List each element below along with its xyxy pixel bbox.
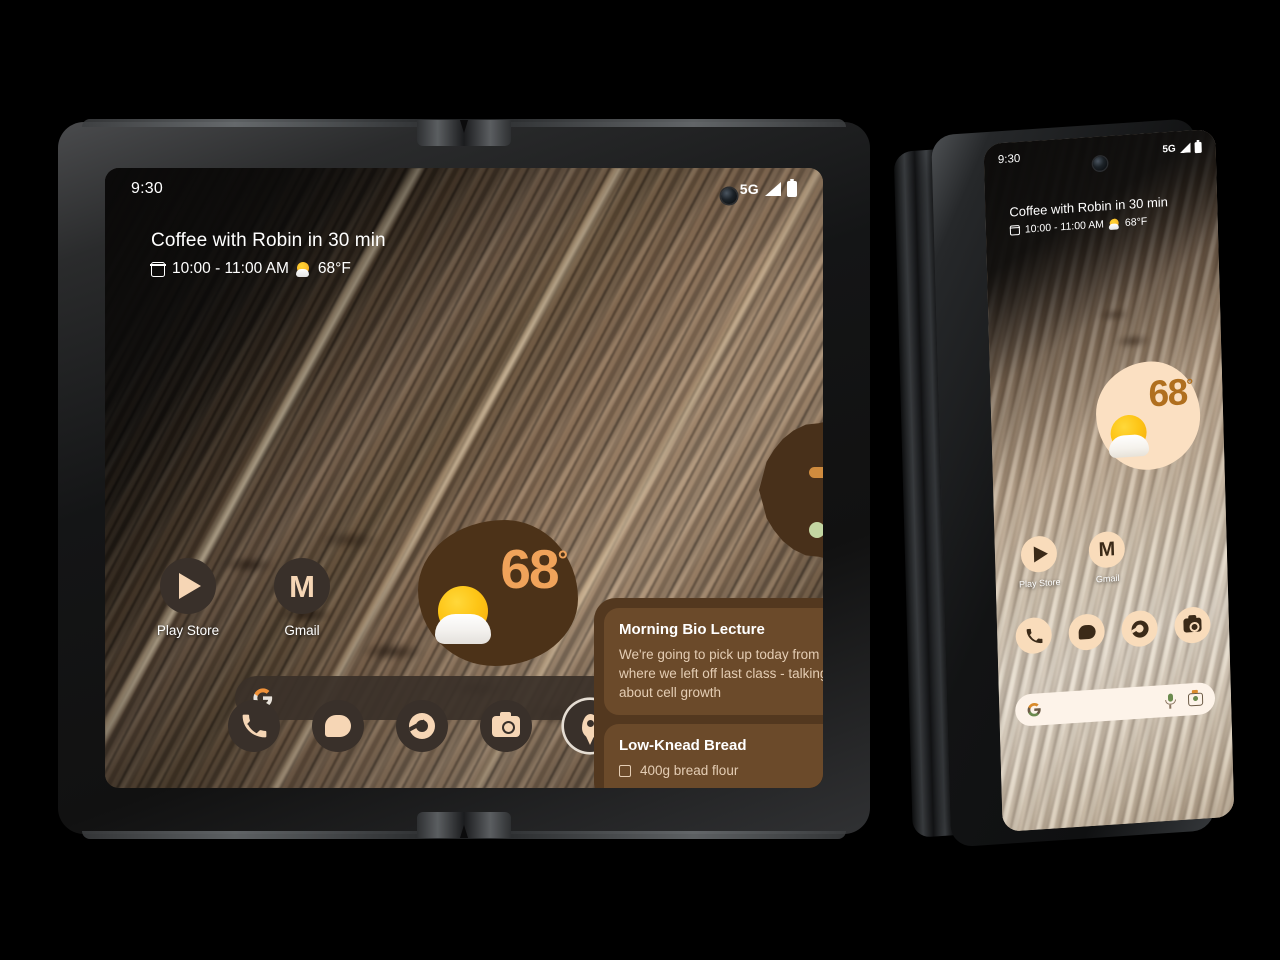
- keep-checklist-item[interactable]: 400g bread flour: [619, 763, 823, 778]
- home-screen-app-row: Play Store M Gmail: [1016, 530, 1129, 590]
- app-gmail[interactable]: M Gmail: [1084, 530, 1129, 585]
- network-type-label: 5G: [739, 181, 759, 197]
- checkbox-icon[interactable]: [619, 764, 631, 777]
- degree-symbol: °: [1186, 375, 1194, 395]
- phone-icon: [242, 714, 267, 738]
- signal-bars-icon: [1180, 143, 1191, 154]
- weather-temp-value: 68: [500, 538, 559, 600]
- dock-item-messages[interactable]: [1068, 612, 1106, 652]
- keep-note-card[interactable]: Morning Bio Lecture We're going to pick …: [604, 608, 823, 716]
- at-a-glance-details: 10:00 - 11:00 AM 68°F: [150, 260, 386, 278]
- chrome-icon: [409, 713, 435, 739]
- cloud-shape: [1108, 433, 1150, 459]
- at-a-glance-widget[interactable]: Coffee with Robin in 30 min 10:00 - 11:0…: [150, 230, 386, 278]
- camera-icon: [1183, 617, 1202, 633]
- battery-icon: [787, 178, 797, 197]
- app-play-store[interactable]: Play Store: [151, 558, 225, 638]
- inner-display: 9:30 5G Coffee with Robin in 30 min 10:0…: [105, 168, 823, 788]
- clock-hour-hand: [809, 467, 823, 478]
- keep-note-card[interactable]: Low-Knead Bread 400g bread flour 8g salt: [604, 724, 823, 788]
- phone-icon: [1026, 628, 1042, 643]
- weather-widget-temperature: 68°: [500, 542, 568, 597]
- network-type-label: 5G: [1162, 143, 1176, 155]
- microphone-icon[interactable]: [1163, 693, 1177, 709]
- dock-item-camera[interactable]: [480, 700, 532, 752]
- at-a-glance-temperature: 68°F: [317, 260, 351, 277]
- keep-checklist-item[interactable]: 8g salt: [619, 787, 823, 788]
- app-label: Play Store: [156, 623, 220, 638]
- cover-device-body: 9:30 5G Coffee with Robin in 30 min 10:0…: [931, 118, 1235, 848]
- sun-behind-cloud-icon: [435, 586, 497, 644]
- app-play-store[interactable]: Play Store: [1016, 534, 1061, 590]
- status-bar-indicators: 5G: [739, 178, 797, 197]
- calendar-icon: [1009, 224, 1021, 236]
- dock-item-chrome[interactable]: [396, 700, 448, 752]
- keep-note-title: Morning Bio Lecture: [619, 621, 765, 638]
- foldable-device-folded: 9:30 5G Coffee with Robin in 30 min 10:0…: [893, 118, 1235, 850]
- weather-widget-temperature: 68°: [1147, 371, 1194, 415]
- calendar-icon: [150, 261, 166, 277]
- search-input[interactable]: [1041, 701, 1163, 709]
- messages-icon: [1077, 624, 1096, 640]
- weather-widget[interactable]: 68°: [418, 520, 578, 666]
- weather-temp-value: 68: [1147, 371, 1188, 415]
- at-a-glance-title: Coffee with Robin in 30 min: [151, 230, 386, 251]
- at-a-glance-time: 10:00 - 11:00 AM: [172, 260, 289, 277]
- dock-item-messages[interactable]: [312, 700, 364, 752]
- keep-checklist-label: 8g salt: [640, 787, 680, 788]
- signal-bars-icon: [765, 182, 781, 196]
- gmail-icon: M: [274, 558, 330, 614]
- dock-item-phone[interactable]: [1015, 616, 1053, 655]
- cover-display: 9:30 5G Coffee with Robin in 30 min 10:0…: [983, 128, 1235, 832]
- cloud-shape: [435, 614, 491, 644]
- google-g-icon: [1027, 702, 1041, 717]
- keep-note-body: We're going to pick up today from where …: [619, 647, 823, 701]
- at-a-glance-temperature: 68°F: [1124, 215, 1148, 229]
- home-screen-app-row: Play Store M Gmail: [151, 558, 339, 638]
- app-label: Gmail: [284, 623, 320, 638]
- dock-item-camera[interactable]: [1174, 605, 1211, 645]
- keep-notes-list: Morning Bio Lecture We're going to pick …: [604, 608, 823, 788]
- camera-icon: [492, 711, 520, 737]
- foldable-device-open: 9:30 5G Coffee with Robin in 30 min 10:0…: [58, 119, 870, 839]
- clock-accent-dot: [809, 522, 823, 538]
- sun-behind-cloud-icon: [295, 261, 311, 277]
- clock-widget-background: [759, 420, 823, 560]
- weather-widget[interactable]: 68°: [1094, 358, 1202, 474]
- google-lens-icon[interactable]: [1187, 691, 1204, 706]
- dock-item-chrome[interactable]: [1121, 609, 1159, 648]
- messages-icon: [325, 715, 351, 737]
- sun-behind-cloud-icon: [1108, 217, 1120, 230]
- gmail-icon: M: [1088, 530, 1126, 569]
- status-bar: 9:30 5G: [105, 168, 823, 210]
- sun-behind-cloud-icon: [1108, 413, 1153, 459]
- status-bar-clock: 9:30: [131, 180, 163, 197]
- battery-icon: [1194, 141, 1202, 153]
- app-gmail[interactable]: M Gmail: [265, 558, 339, 638]
- keep-notes-widget[interactable]: Morning Bio Lecture We're going to pick …: [594, 598, 823, 788]
- screenshot-canvas: 9:30 5G Coffee with Robin in 30 min 10:0…: [0, 0, 1280, 960]
- dock-item-phone[interactable]: [228, 700, 280, 752]
- keep-checklist-label: 400g bread flour: [640, 763, 739, 779]
- keep-note-title: Low-Knead Bread: [619, 737, 747, 755]
- play-store-icon: [1020, 534, 1058, 574]
- degree-symbol: °: [557, 544, 568, 575]
- status-bar-clock: 9:30: [997, 152, 1021, 167]
- status-bar-indicators: 5G: [1162, 141, 1202, 155]
- clock-widget[interactable]: Thu 4: [759, 420, 823, 560]
- chrome-icon: [1130, 619, 1149, 638]
- play-store-icon: [160, 558, 216, 614]
